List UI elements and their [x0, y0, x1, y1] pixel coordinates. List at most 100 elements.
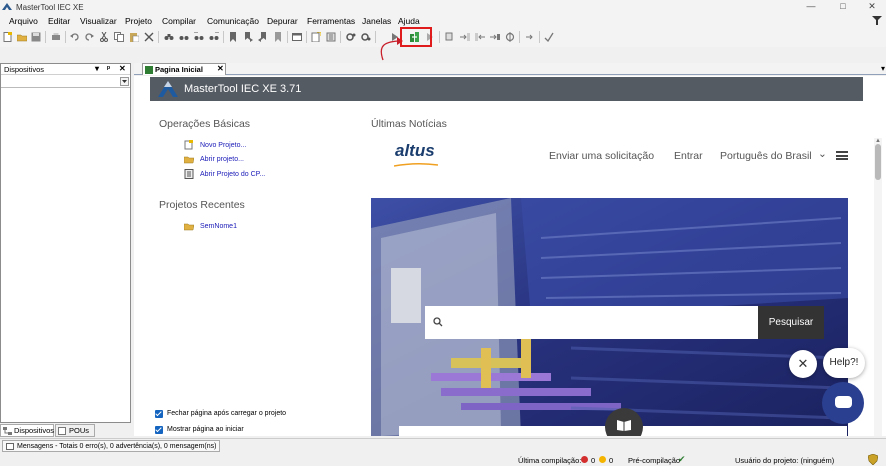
- step-out-icon[interactable]: [475, 32, 485, 42]
- precompile-ok-icon: ✔: [678, 454, 686, 464]
- rebuild-icon[interactable]: [361, 32, 371, 42]
- toolbar-separator: [519, 31, 520, 43]
- panel-dropdown-icon[interactable]: ▾: [95, 64, 99, 73]
- breakpoint-icon[interactable]: [505, 32, 515, 42]
- minimize-button[interactable]: —: [797, 1, 825, 13]
- menu-depurar[interactable]: Depurar: [267, 16, 298, 26]
- undo-icon[interactable]: [70, 32, 80, 42]
- open-folder-icon: [184, 156, 194, 164]
- save-icon[interactable]: [31, 32, 41, 42]
- print-icon[interactable]: [51, 32, 61, 42]
- hamburger-menu-icon[interactable]: [836, 151, 848, 160]
- new-file-icon[interactable]: [3, 32, 13, 42]
- panel-pin-icon[interactable]: ᵖ: [107, 64, 110, 73]
- bookmark-next-icon[interactable]: [243, 32, 253, 42]
- tab-pous[interactable]: POUs: [55, 424, 95, 437]
- menu-ajuda[interactable]: Ajuda: [398, 16, 420, 26]
- plc-icon: [184, 169, 194, 179]
- recent-project-link[interactable]: SemNome1: [200, 223, 237, 230]
- cut-icon[interactable]: [99, 32, 109, 42]
- bookmark-prev-icon[interactable]: [258, 32, 268, 42]
- redo-icon[interactable]: [84, 32, 94, 42]
- show-on-start-checkbox[interactable]: [155, 426, 163, 434]
- step-into-icon[interactable]: [460, 32, 470, 42]
- search-icon: [433, 317, 443, 327]
- security-shield-icon[interactable]: [868, 454, 878, 465]
- open-folder-icon: [184, 223, 194, 231]
- submit-request-link[interactable]: Enviar uma solicitação: [549, 150, 654, 162]
- basic-ops-title: Operações Básicas: [159, 118, 251, 130]
- bookmark-clear-icon[interactable]: [273, 32, 283, 42]
- open-project-link[interactable]: Abrir projeto...: [200, 156, 244, 163]
- window-title: MasterTool IEC XE: [16, 3, 84, 12]
- delete-icon[interactable]: [144, 32, 154, 42]
- tab-pagina-inicial[interactable]: Pagina Inicial ✕: [142, 63, 226, 75]
- find-next-icon[interactable]: [179, 32, 189, 42]
- news-title: Últimas Notícias: [371, 118, 447, 130]
- tab-list-dropdown-icon[interactable]: ▾: [881, 64, 885, 73]
- sign-in-link[interactable]: Entrar: [674, 150, 703, 162]
- find-in-project-icon[interactable]: [209, 32, 219, 42]
- menu-editar[interactable]: Editar: [48, 16, 70, 26]
- messages-label: Mensagens - Totais 0 erro(s), 0 advertên…: [17, 443, 217, 450]
- news-scrollbar[interactable]: ▲: [874, 138, 882, 436]
- devices-selector[interactable]: [1, 76, 130, 88]
- chat-close-button[interactable]: ✕: [789, 350, 817, 378]
- search-button[interactable]: Pesquisar: [758, 306, 824, 339]
- menu-ferramentas[interactable]: Ferramentas: [307, 16, 355, 26]
- copy-icon[interactable]: [114, 32, 124, 42]
- new-project-link[interactable]: Novo Projeto...: [200, 142, 246, 149]
- tab-pagina-inicial-label: Pagina Inicial: [155, 65, 203, 74]
- chat-help-bubble[interactable]: Help?!: [823, 348, 865, 378]
- tab-dispositivos[interactable]: Dispositivos: [0, 424, 54, 437]
- find-replace-icon[interactable]: [194, 32, 204, 42]
- open-icon[interactable]: [17, 32, 27, 42]
- close-after-load-checkbox[interactable]: [155, 410, 163, 418]
- close-window-button[interactable]: ✕: [858, 1, 886, 13]
- tab-dispositivos-label: Dispositivos: [14, 426, 55, 435]
- banner-title: MasterTool IEC XE 3.71: [184, 83, 302, 95]
- chat-launcher-button[interactable]: [822, 382, 864, 424]
- open-plc-project-link[interactable]: Abrir Projeto do CP...: [200, 171, 265, 178]
- build-icon[interactable]: [346, 32, 356, 42]
- menu-janelas[interactable]: Janelas: [362, 16, 391, 26]
- app-logo-icon: [2, 3, 12, 10]
- start-page-icon: [145, 66, 153, 74]
- menu-arquivo[interactable]: Arquivo: [9, 16, 38, 26]
- toolbar-separator: [439, 31, 440, 43]
- find-icon[interactable]: [164, 32, 174, 42]
- write-values-icon[interactable]: [544, 32, 554, 42]
- step-over-icon[interactable]: [445, 32, 455, 42]
- mastertool-logo-icon: [158, 81, 178, 97]
- language-chevron-icon[interactable]: ⌄: [818, 148, 827, 160]
- hero-image: Pesquisar: [371, 198, 848, 436]
- language-selector[interactable]: Português do Brasil: [720, 150, 812, 162]
- run-to-cursor-icon[interactable]: [490, 32, 500, 42]
- paste-icon[interactable]: [129, 32, 139, 42]
- toolbar-separator: [223, 31, 224, 43]
- news-search-input[interactable]: [425, 306, 758, 339]
- menu-comunicacao[interactable]: Comunicação: [207, 16, 259, 26]
- filter-icon[interactable]: [872, 15, 882, 26]
- library-icon[interactable]: [326, 32, 336, 42]
- messages-bar: Mensagens - Totais 0 erro(s), 0 advertên…: [0, 438, 886, 452]
- warning-icon: [599, 456, 606, 463]
- maximize-button[interactable]: □: [829, 1, 857, 13]
- menu-visualizar[interactable]: Visualizar: [80, 16, 117, 26]
- scrollbar-thumb[interactable]: [875, 144, 881, 180]
- toolbar-separator: [45, 31, 46, 43]
- toolbar-separator: [287, 31, 288, 43]
- messages-tab[interactable]: Mensagens - Totais 0 erro(s), 0 advertên…: [2, 440, 221, 452]
- bookmark-icon[interactable]: [228, 32, 238, 42]
- chevron-down-icon[interactable]: [120, 77, 129, 86]
- add-object-icon[interactable]: [311, 32, 321, 42]
- close-tab-icon[interactable]: ✕: [217, 64, 224, 73]
- start-page-banner: MasterTool IEC XE 3.71: [150, 77, 863, 101]
- status-bar: Última compilação: 0 0 Pré-compilação ✔ …: [0, 452, 886, 466]
- window-icon[interactable]: [292, 32, 302, 42]
- menu-bar: Arquivo Editar Visualizar Projeto Compil…: [0, 14, 886, 28]
- menu-projeto[interactable]: Projeto: [125, 16, 152, 26]
- next-statement-icon[interactable]: [525, 32, 535, 42]
- panel-close-icon[interactable]: ✕: [119, 64, 126, 73]
- menu-compilar[interactable]: Compilar: [162, 16, 196, 26]
